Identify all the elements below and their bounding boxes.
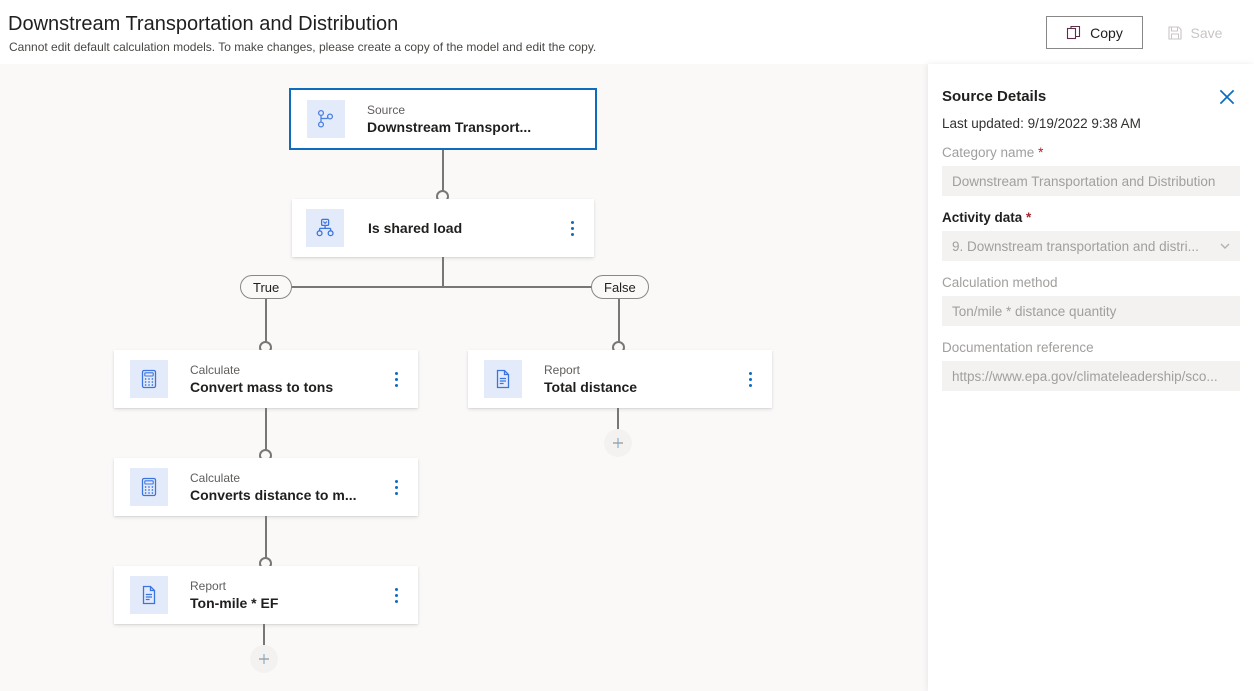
category-name-input[interactable]: Downstream Transportation and Distributi…: [942, 166, 1240, 196]
document-report-icon: [484, 360, 522, 398]
field-label: Category name *: [942, 145, 1044, 160]
menu-dot: [394, 383, 398, 387]
calculator-icon: [130, 360, 168, 398]
flow-node-menu-button[interactable]: [742, 368, 758, 390]
app-header: Downstream Transportation and Distributi…: [0, 0, 1254, 64]
field-documentation-reference: Documentation reference https://www.epa.…: [928, 326, 1254, 391]
field-activity-data: Activity data * 9. Downstream transporta…: [928, 196, 1254, 261]
connector-false-branch: [618, 299, 620, 347]
field-calculation-method: Calculation method Ton/mile * distance q…: [928, 261, 1254, 326]
field-label: Documentation reference: [942, 340, 1094, 355]
close-x-icon: [1218, 88, 1236, 106]
flow-node-name: Downstream Transport...: [367, 118, 532, 135]
connector-condition-trunk: [442, 257, 444, 287]
page-title: Downstream Transportation and Distributi…: [8, 13, 399, 35]
plus-icon: [610, 435, 626, 451]
connector-split-bar: [265, 286, 618, 288]
required-asterisk: *: [1034, 145, 1044, 160]
flow-node-calculate-distance-text: Calculate Converts distance to m...: [190, 471, 356, 504]
flow-node-menu-button[interactable]: [388, 476, 404, 498]
connector-true-branch: [265, 299, 267, 347]
documentation-reference-input[interactable]: https://www.epa.gov/climateleadership/sc…: [942, 361, 1240, 391]
flow-node-menu-button[interactable]: [388, 368, 404, 390]
flow-node-report-distance[interactable]: Report Total distance: [468, 350, 772, 408]
menu-dot: [394, 587, 398, 591]
flow-node-source-text: Source Downstream Transport...: [367, 103, 531, 136]
copy-button[interactable]: Copy: [1046, 16, 1143, 49]
chevron-down-icon: [1218, 239, 1232, 253]
field-category-name: Category name * Downstream Transportatio…: [928, 131, 1254, 196]
flow-node-calculate-mass[interactable]: Calculate Convert mass to tons: [114, 350, 418, 408]
menu-dot: [748, 371, 752, 375]
flow-node-kind: Report: [190, 578, 227, 593]
flow-node-report-distance-text: Report Total distance: [544, 363, 637, 396]
last-updated-text: Last updated: 9/19/2022 9:38 AM: [942, 116, 1141, 131]
flow-canvas[interactable]: Source Downstream Transport... Is shared…: [0, 64, 928, 691]
menu-dot: [394, 479, 398, 483]
calculation-method-input[interactable]: Ton/mile * distance quantity: [942, 296, 1240, 326]
flow-node-name: Converts distance to m...: [190, 486, 357, 503]
flow-node-condition-text: Is shared load: [368, 219, 462, 237]
flow-node-name: Convert mass to tons: [190, 378, 334, 395]
menu-dot: [394, 599, 398, 603]
save-button-label: Save: [1190, 24, 1223, 41]
page-subtitle: Cannot edit default calculation models. …: [9, 40, 597, 54]
menu-dot: [394, 371, 398, 375]
copy-button-label: Copy: [1090, 24, 1123, 41]
field-label: Calculation method: [942, 275, 1058, 290]
add-node-button-right[interactable]: [604, 429, 632, 457]
add-node-button-left[interactable]: [250, 645, 278, 673]
menu-dot: [394, 593, 398, 597]
flow-node-kind: Report: [544, 362, 581, 377]
decision-branch-icon: [306, 209, 344, 247]
flow-node-kind: Calculate: [190, 470, 241, 485]
menu-dot: [394, 485, 398, 489]
flow-node-menu-button[interactable]: [564, 217, 580, 239]
flow-node-kind: Source: [367, 102, 406, 117]
flow-node-name: Ton-mile * EF: [190, 594, 279, 611]
header-actions: Copy Save: [1046, 16, 1242, 49]
source-details-panel: Source Details Last updated: 9/19/2022 9…: [928, 64, 1254, 691]
calculator-icon: [130, 468, 168, 506]
activity-data-dropdown[interactable]: 9. Downstream transportation and distri.…: [942, 231, 1240, 261]
panel-title: Source Details: [942, 88, 1047, 105]
menu-dot: [748, 377, 752, 381]
menu-dot: [394, 491, 398, 495]
menu-dot: [570, 232, 574, 236]
document-report-icon: [130, 576, 168, 614]
menu-dot: [748, 383, 752, 387]
flow-node-name: Is shared load: [368, 220, 463, 236]
save-floppy-icon: [1167, 25, 1183, 41]
activity-data-value: 9. Downstream transportation and distri.…: [952, 238, 1199, 254]
branch-label-true: True: [240, 275, 293, 299]
required-asterisk: *: [1022, 210, 1032, 225]
flow-node-kind: Calculate: [190, 362, 241, 377]
flow-node-menu-button[interactable]: [388, 584, 404, 606]
branch-source-icon: [307, 100, 345, 138]
panel-header: Source Details: [928, 64, 1254, 106]
flow-node-condition[interactable]: Is shared load: [292, 199, 594, 257]
plus-icon: [256, 651, 272, 667]
copy-icon: [1066, 25, 1082, 41]
save-button[interactable]: Save: [1147, 16, 1242, 49]
flow-node-report-tonmile[interactable]: Report Ton-mile * EF: [114, 566, 418, 624]
menu-dot: [570, 226, 574, 230]
field-label: Activity data *: [942, 210, 1032, 225]
menu-dot: [394, 377, 398, 381]
flow-node-name: Total distance: [544, 378, 638, 395]
flow-node-source[interactable]: Source Downstream Transport...: [289, 88, 597, 150]
menu-dot: [570, 220, 574, 224]
branch-label-false: False: [591, 275, 649, 299]
flow-node-calculate-distance[interactable]: Calculate Converts distance to m...: [114, 458, 418, 516]
close-panel-button[interactable]: [1216, 86, 1238, 108]
flow-node-report-tonmile-text: Report Ton-mile * EF: [190, 579, 278, 612]
flow-node-calculate-mass-text: Calculate Convert mass to tons: [190, 363, 333, 396]
